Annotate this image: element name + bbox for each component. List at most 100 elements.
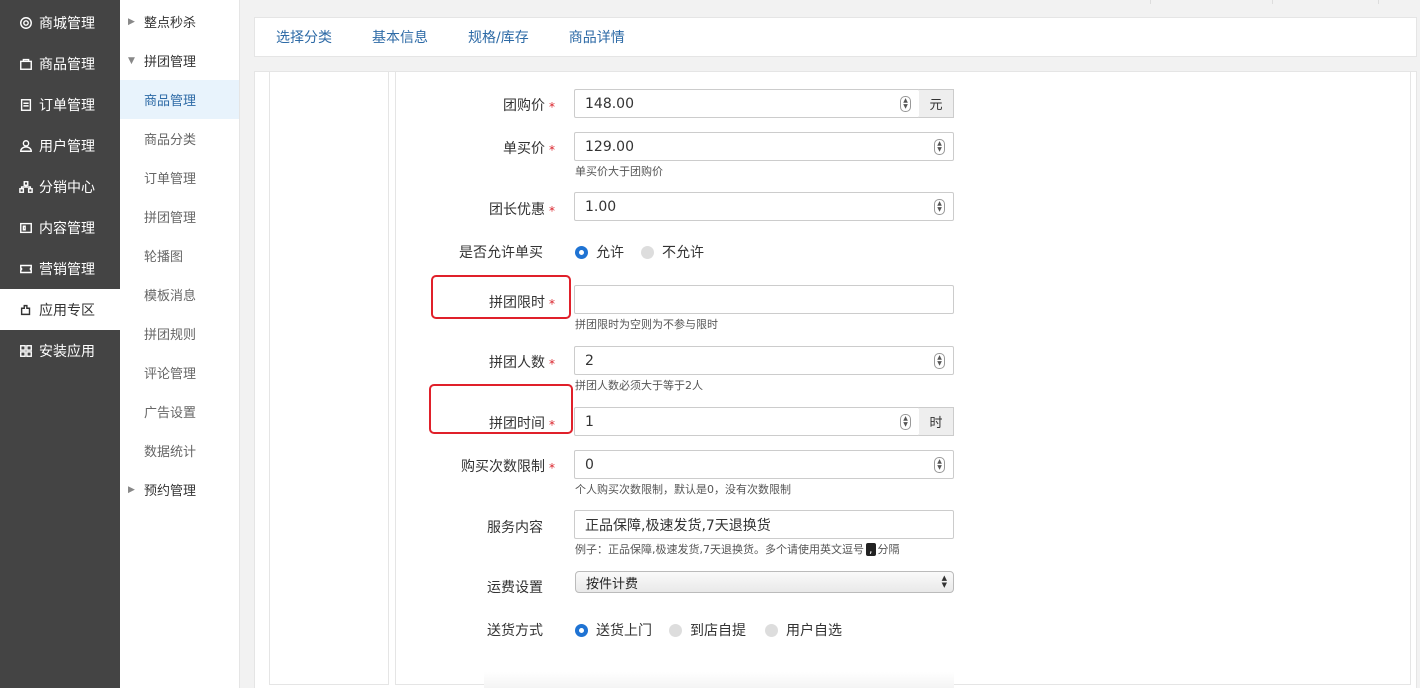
tab-bar: 选择分类 基本信息 规格/库存 商品详情	[254, 17, 1417, 57]
stepper-icon[interactable]: ▲ ▼	[900, 96, 911, 112]
network-icon	[18, 179, 34, 195]
sidebar-item-marketing[interactable]: 营销管理	[0, 248, 120, 289]
time-limit-help: 拼团限时为空则为不参与限时	[575, 318, 718, 331]
group-time-unit: 时	[919, 407, 954, 436]
delivery-label: 送货方式	[487, 623, 543, 639]
delivery-user-choice-radio[interactable]: 用户自选	[765, 620, 842, 640]
sidebar-item-label: 内容管理	[39, 220, 95, 237]
group-price-input[interactable]: 148.00 ▲ ▼	[574, 89, 920, 118]
single-price-input[interactable]: 129.00 ▲ ▼	[574, 132, 954, 161]
leader-discount-label: 团长优惠 *	[489, 202, 555, 218]
menu-group-booking[interactable]: ▶ 预约管理	[120, 470, 239, 509]
service-input[interactable]: 正品保障,极速发货,7天退换货	[574, 510, 954, 539]
sidebar-item-mall[interactable]: 商城管理	[0, 2, 120, 43]
submenu-stats[interactable]: 数据统计	[120, 431, 239, 470]
tab-basic-info[interactable]: 基本信息	[372, 27, 428, 47]
allow-single-no-radio[interactable]: 不允许	[641, 242, 704, 262]
sidebar-item-content[interactable]: 内容管理	[0, 207, 120, 248]
sidebar-item-label: 商品管理	[39, 56, 95, 73]
sidebar-item-goods[interactable]: 商品管理	[0, 43, 120, 84]
service-label: 服务内容	[487, 520, 543, 536]
gear-icon	[18, 15, 34, 31]
menu-group-flash-sale[interactable]: ▶ 整点秒杀	[120, 2, 239, 41]
plugin-icon	[18, 302, 34, 318]
shipping-fee-select[interactable]: 按件计费 ▲ ▼	[575, 571, 954, 593]
sidebar-item-distribution[interactable]: 分销中心	[0, 166, 120, 207]
group-size-input[interactable]: 2 ▲ ▼	[574, 346, 954, 375]
radio-unchecked-icon	[641, 245, 654, 259]
content-icon	[18, 220, 34, 236]
group-size-help: 拼团人数必须大于等于2人	[575, 379, 703, 392]
sidebar-item-label: 安装应用	[39, 343, 95, 360]
tab-select-category[interactable]: 选择分类	[276, 27, 332, 47]
stepper-icon[interactable]: ▲ ▼	[934, 353, 945, 369]
submenu-orders[interactable]: 订单管理	[120, 158, 239, 197]
sidebar-item-apps[interactable]: 应用专区	[0, 289, 120, 330]
time-limit-input[interactable]	[574, 285, 954, 314]
tab-spec-stock[interactable]: 规格/库存	[468, 27, 529, 47]
group-time-input[interactable]: 1 ▲ ▼	[574, 407, 920, 436]
single-price-label: 单买价 *	[503, 141, 555, 157]
stepper-icon[interactable]: ▲ ▼	[934, 139, 945, 155]
sidebar-item-label: 订单管理	[39, 97, 95, 114]
delivery-pickup-radio[interactable]: 到店自提	[669, 620, 746, 640]
caret-down-icon: ▼	[128, 55, 135, 66]
sidebar-item-label: 营销管理	[39, 261, 95, 278]
buy-limit-label: 购买次数限制 *	[461, 459, 555, 475]
form-area	[395, 72, 1411, 685]
sidebar-item-label: 应用专区	[39, 302, 95, 319]
top-divider	[1378, 0, 1379, 4]
caret-right-icon: ▶	[128, 484, 135, 495]
group-price-label: 团购价 *	[503, 98, 555, 114]
stepper-icon[interactable]: ▲ ▼	[934, 199, 945, 215]
sub-sidebar: ▶ 整点秒杀 ▼ 拼团管理 商品管理 商品分类 订单管理 拼团管理 轮播图 模板…	[120, 0, 240, 688]
shipping-fee-label: 运费设置	[487, 580, 543, 596]
submenu-pintuan[interactable]: 拼团管理	[120, 197, 239, 236]
group-size-label: 拼团人数 *	[489, 355, 555, 371]
radio-checked-icon	[575, 623, 588, 637]
time-limit-label: 拼团限时 *	[489, 295, 555, 311]
delivery-home-radio[interactable]: 送货上门	[575, 620, 652, 640]
submenu-goods[interactable]: 商品管理	[120, 80, 239, 119]
menu-group-pintuan[interactable]: ▼ 拼团管理	[120, 41, 239, 80]
menu-group-label: 预约管理	[144, 484, 197, 499]
select-arrows-icon: ▲ ▼	[941, 574, 947, 589]
sidebar-item-orders[interactable]: 订单管理	[0, 84, 120, 125]
submenu-carousel[interactable]: 轮播图	[120, 236, 239, 275]
submenu-category[interactable]: 商品分类	[120, 119, 239, 158]
submenu-comments[interactable]: 评论管理	[120, 353, 239, 392]
sidebar-item-install[interactable]: 安装应用	[0, 330, 120, 371]
allow-single-yes-radio[interactable]: 允许	[575, 242, 624, 262]
single-price-help: 单买价大于团购价	[575, 165, 663, 178]
document-icon	[18, 97, 34, 113]
submenu-rules[interactable]: 拼团规则	[120, 314, 239, 353]
user-icon	[18, 138, 34, 154]
buy-limit-help: 个人购买次数限制，默认是0，没有次数限制	[575, 483, 791, 496]
bottom-fade	[484, 672, 954, 688]
caret-right-icon: ▶	[128, 16, 135, 27]
grid-icon	[18, 343, 34, 359]
top-divider	[1150, 0, 1151, 4]
sidebar-item-label: 商城管理	[39, 15, 95, 32]
submenu-template-msg[interactable]: 模板消息	[120, 275, 239, 314]
sidebar-item-label: 用户管理	[39, 138, 95, 155]
stepper-icon[interactable]: ▲ ▼	[934, 457, 945, 473]
radio-checked-icon	[575, 245, 588, 259]
sidebar-item-users[interactable]: 用户管理	[0, 125, 120, 166]
leader-discount-input[interactable]: 1.00 ▲ ▼	[574, 192, 954, 221]
sidebar-item-label: 分销中心	[39, 179, 95, 196]
bag-icon	[18, 56, 34, 72]
allow-single-label: 是否允许单买	[459, 245, 543, 261]
radio-unchecked-icon	[765, 623, 778, 637]
tab-goods-detail[interactable]: 商品详情	[569, 27, 625, 47]
top-divider	[1272, 0, 1273, 4]
submenu-ads[interactable]: 广告设置	[120, 392, 239, 431]
menu-group-label: 整点秒杀	[144, 16, 197, 31]
main-sidebar: 商城管理 商品管理 订单管理 用户管理 分销中心 内容管理 营销管理 应用专区 …	[0, 0, 120, 688]
service-help: 例子：正品保障,极速发货,7天退换货。多个请使用英文逗号, 分隔	[575, 543, 900, 556]
menu-group-label: 拼团管理	[144, 55, 197, 70]
group-price-unit: 元	[919, 89, 954, 118]
buy-limit-input[interactable]: 0 ▲ ▼	[574, 450, 954, 479]
stepper-icon[interactable]: ▲ ▼	[900, 414, 911, 430]
group-time-label: 拼团时间 *	[489, 416, 555, 432]
